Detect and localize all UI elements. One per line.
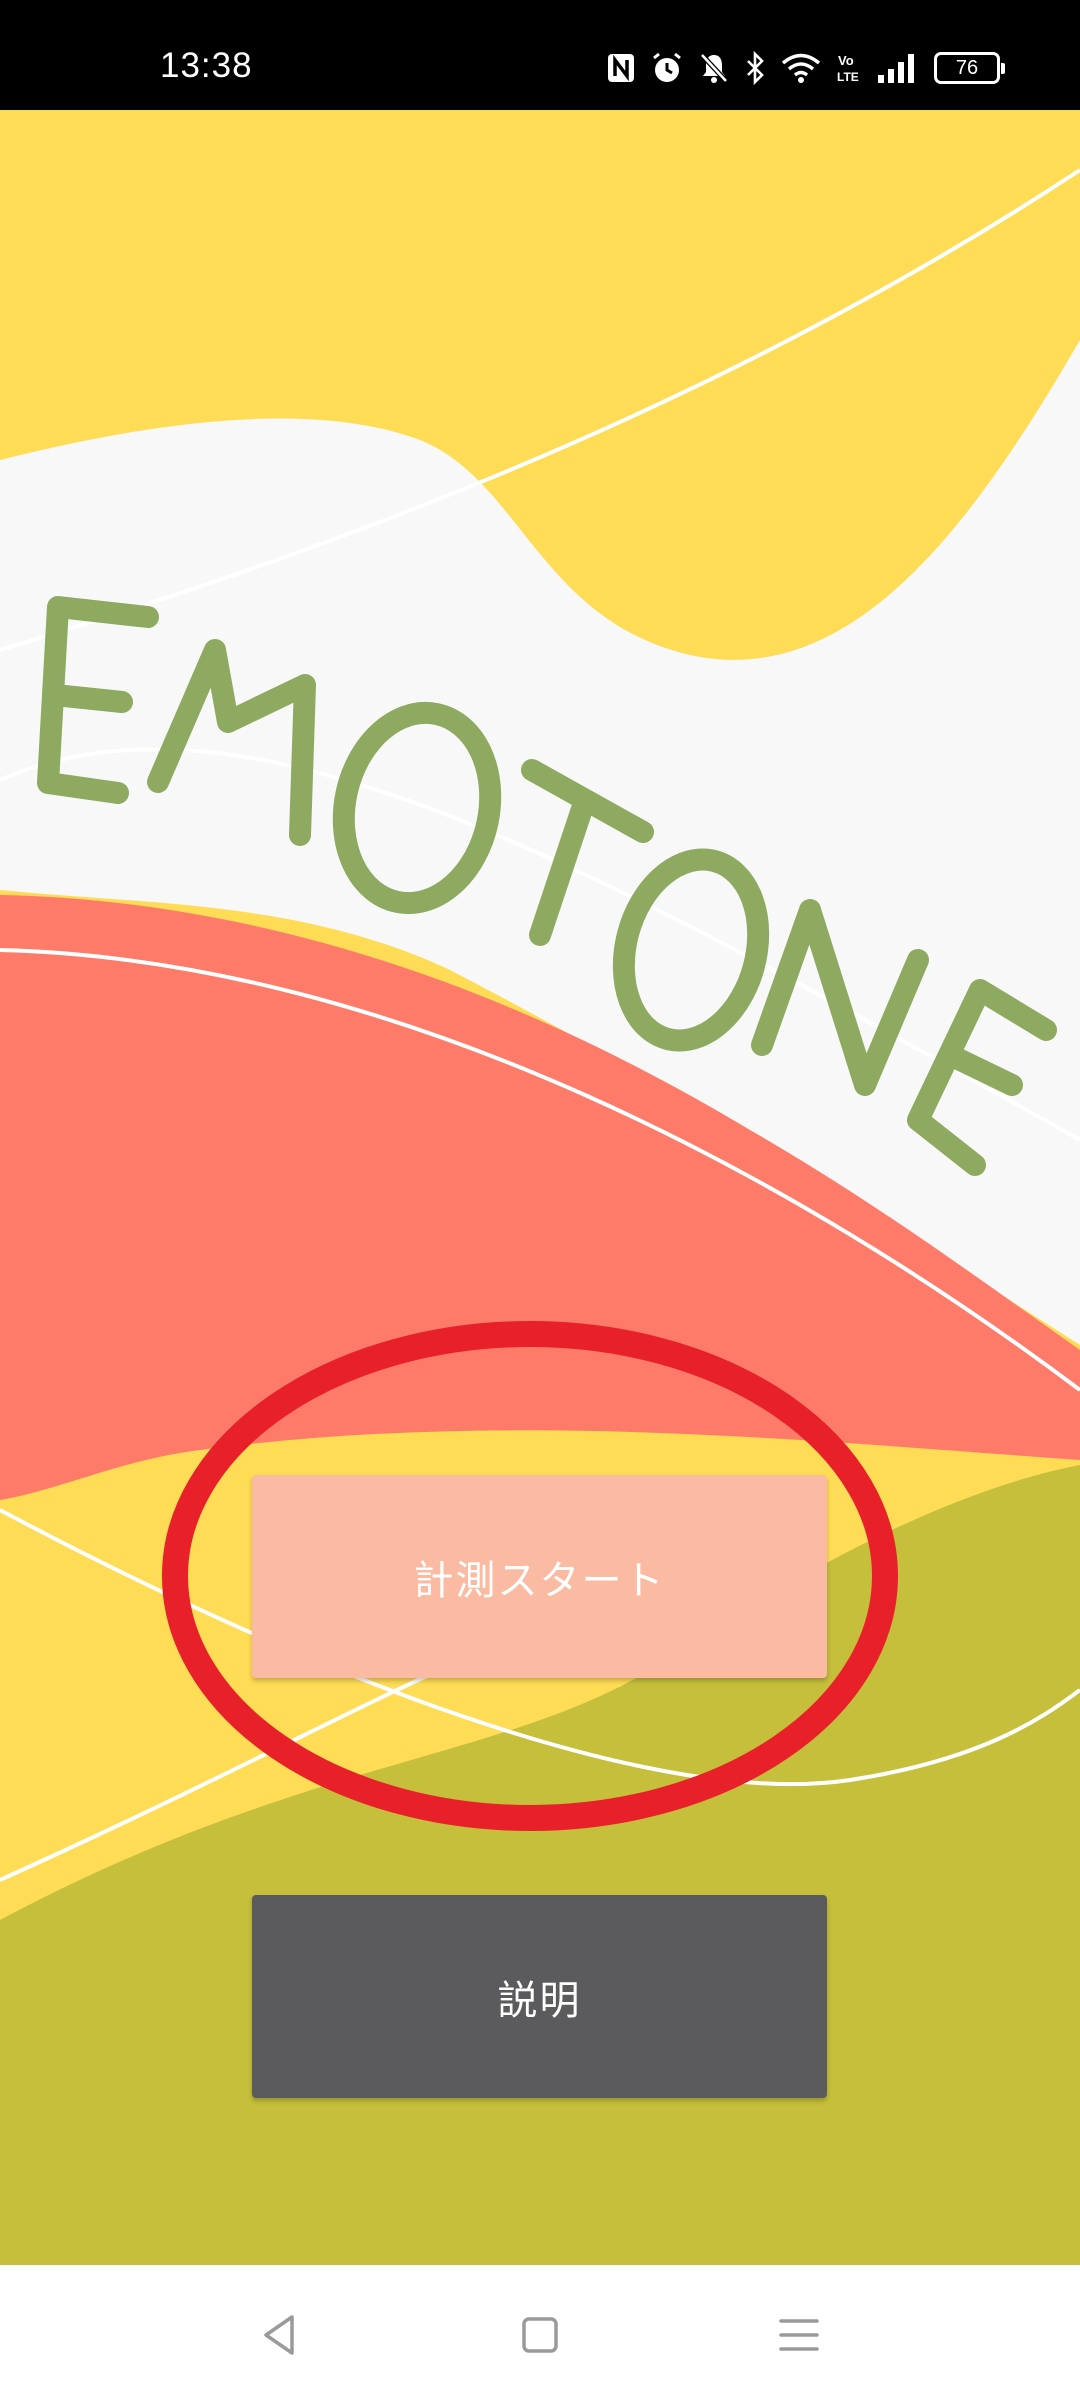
start-measurement-button[interactable]: 計測スタート <box>252 1475 827 1678</box>
bluetooth-icon <box>747 51 764 85</box>
wifi-icon <box>781 53 821 83</box>
svg-text:Vo: Vo <box>838 53 854 68</box>
app-screen: 計測スタート 説明 <box>0 110 1080 2265</box>
signal-icon <box>878 54 914 83</box>
nfc-icon <box>608 54 634 82</box>
menu-icon[interactable] <box>769 2305 829 2365</box>
status-bar: 13:38 Vo LTE 76 <box>0 0 1080 110</box>
navigation-bar <box>0 2265 1080 2400</box>
status-time: 13:38 <box>160 46 253 85</box>
info-button[interactable]: 説明 <box>252 1895 827 2098</box>
bell-off-icon <box>700 53 728 83</box>
back-icon[interactable] <box>252 2305 312 2365</box>
home-icon[interactable] <box>510 2305 570 2365</box>
battery-icon: 76 <box>934 52 1005 84</box>
alarm-icon <box>653 52 681 82</box>
volte-icon: Vo LTE <box>837 53 859 84</box>
svg-text:LTE: LTE <box>837 70 859 84</box>
status-icons: Vo LTE 76 <box>606 48 1005 88</box>
